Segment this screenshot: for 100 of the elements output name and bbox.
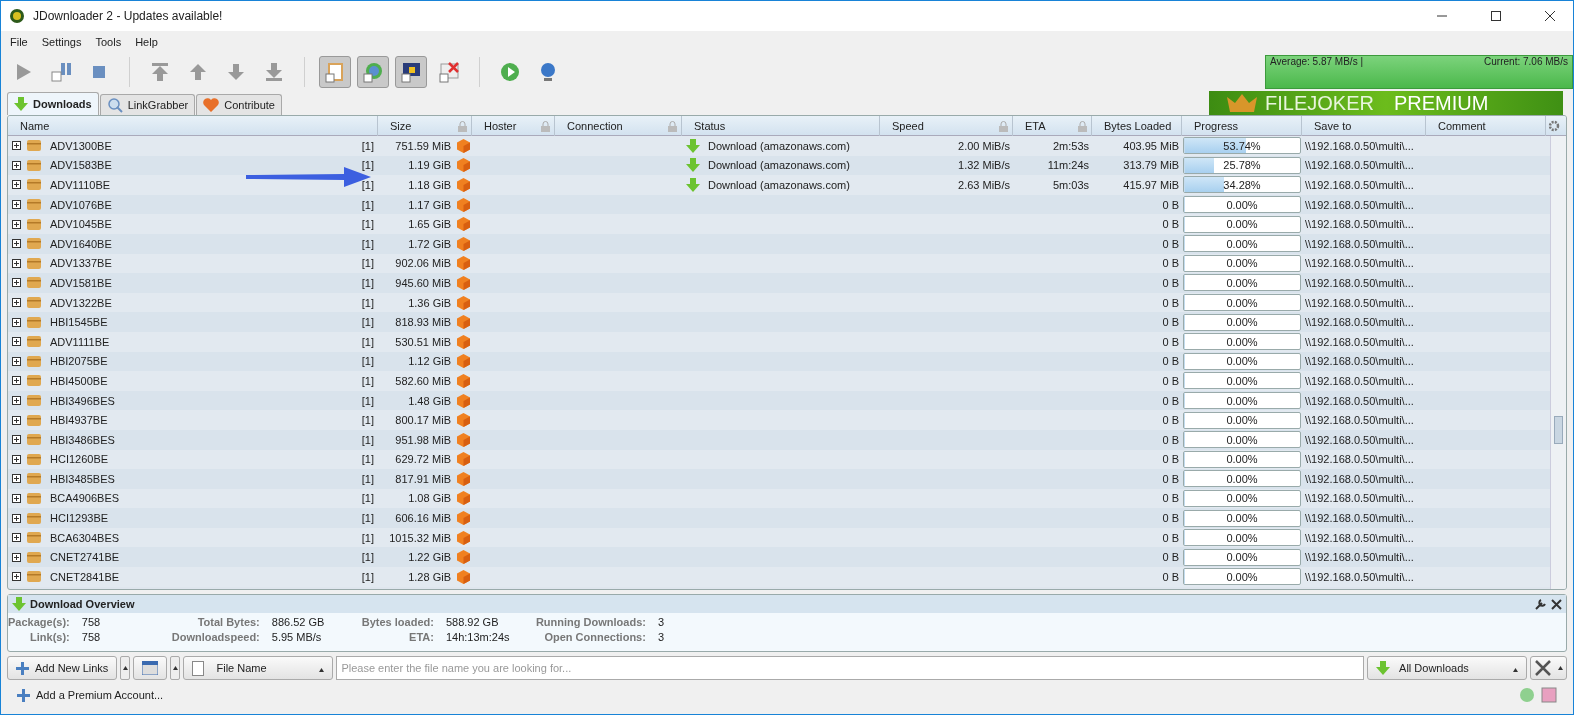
window-title: JDownloader 2 - Updates available! <box>33 9 224 23</box>
name-cell-text: ADV1640BE <box>49 237 113 250</box>
size-cell-text: 1.12 GiB <box>407 355 452 368</box>
table-row[interactable]: HCI1293BE [1] 606.16 MiB 0 B 0.00% \\192.168.0.50\multi\... <box>8 508 1550 528</box>
save-to-cell-text: \\192.168.0.50\multi\... <box>1304 218 1415 231</box>
progress-bar: 0.00% <box>1183 313 1301 331</box>
table-row[interactable]: ADV1076BE [1] 1.17 GiB 0 B 0.00% \\192.168.0.50\multi\... <box>8 194 1550 215</box>
size-cell-text: 629.72 MiB <box>394 453 452 466</box>
scrollbar[interactable] <box>1550 136 1566 589</box>
cube-icon <box>457 158 470 173</box>
package-icon <box>27 336 41 348</box>
close-icon <box>1545 11 1555 21</box>
progress-bar: 0.00% <box>1183 294 1301 312</box>
toolbar-button[interactable] <box>395 56 427 88</box>
wrench-icon[interactable] <box>1535 598 1547 610</box>
cube-icon <box>457 236 470 251</box>
menu-item[interactable]: Help <box>128 36 165 48</box>
speed-cell-text: 1.32 MiB/s <box>957 159 1011 172</box>
expand-icon[interactable] <box>12 376 21 386</box>
save-to-cell-text: \\192.168.0.50\multi\... <box>1304 257 1415 270</box>
size-cell-text: 1.17 GiB <box>407 198 452 211</box>
expand-icon[interactable] <box>12 141 21 151</box>
bytes-loaded-cell-text: 0 B <box>1161 512 1180 525</box>
progress-bar: 0.00% <box>1183 411 1301 429</box>
package-icon <box>27 434 41 446</box>
table-row[interactable]: ADV1581BE [1] 945.60 MiB 0 B 0.00% \\192.168.0.50\multi\... <box>8 273 1550 293</box>
menu-item[interactable]: Tools <box>88 36 129 48</box>
menu-item[interactable]: File <box>3 36 35 48</box>
expand-icon[interactable] <box>12 533 21 543</box>
expand-icon[interactable] <box>12 454 21 464</box>
expand-icon[interactable] <box>12 396 21 405</box>
tab[interactable]: LinkGrabber <box>99 94 196 115</box>
expand-icon[interactable] <box>12 356 21 366</box>
status-cell-text: Download (amazonaws.com) <box>707 139 851 152</box>
name-cell-text: ADV1322BE <box>49 296 113 309</box>
download-arrow-icon <box>686 178 700 192</box>
progress-bar: 0.00% <box>1183 548 1301 566</box>
bytes-loaded-cell-text: 0 B <box>1161 453 1180 466</box>
size-cell-text: 1.72 GiB <box>407 237 452 250</box>
expand-icon[interactable] <box>12 298 21 308</box>
expand-icon[interactable] <box>12 513 21 523</box>
expand-icon[interactable] <box>12 219 21 229</box>
expand-icon[interactable] <box>12 337 21 347</box>
expand-icon[interactable] <box>12 494 21 503</box>
tab[interactable]: Downloads <box>7 92 99 115</box>
name-cell-text: HBI4937BE <box>49 414 109 427</box>
stat-value: 3 <box>657 616 666 628</box>
dropdown-button[interactable] <box>120 656 131 680</box>
progress-bar: 0.00% <box>1183 392 1301 409</box>
view-select[interactable]: All Downloads <box>1367 656 1527 680</box>
progress-bar: 0.00% <box>1183 333 1301 351</box>
link-count: [1] <box>361 237 375 250</box>
size-cell-text: 1.22 GiB <box>407 551 452 564</box>
name-cell-text: HCI1293BE <box>49 512 110 525</box>
schedule-button[interactable] <box>133 656 168 680</box>
package-icon <box>27 551 41 563</box>
expand-icon[interactable] <box>12 415 21 425</box>
table-row[interactable]: CNET2741BE [1] 1.22 GiB 0 B 0.00% \\192.168.0.50\multi\... <box>8 547 1550 568</box>
plus-icon <box>17 688 30 702</box>
save-to-cell-text: \\192.168.0.50\multi\... <box>1304 335 1415 348</box>
lock-icon <box>1078 120 1087 132</box>
expand-icon[interactable] <box>12 160 21 170</box>
cube-icon <box>457 315 470 330</box>
calendar-icon <box>142 661 159 675</box>
table-row[interactable]: ADV1583BE [1] 1.19 GiB Download (amazonaws.com) 1.32 MiB/s 11m:24s 313.79 MiB 25.78% \\192.168.0.50\multi\... <box>8 155 1550 176</box>
expand-icon[interactable] <box>12 317 21 327</box>
save-to-cell-text: \\192.168.0.50\multi\... <box>1304 551 1415 564</box>
tab[interactable]: Contribute <box>196 94 282 115</box>
stat-label: Open Connections: <box>543 631 647 643</box>
table-row[interactable]: HBI3496BES [1] 1.48 GiB 0 B 0.00% \\192.168.0.50\multi\... <box>8 390 1550 411</box>
table-row[interactable]: HBI2075BE [1] 1.12 GiB 0 B 0.00% \\192.168.0.50\multi\... <box>8 351 1550 372</box>
search-field[interactable]: Please enter the file name you are looking for... <box>336 656 1364 680</box>
save-to-cell-text: \\192.168.0.50\multi\... <box>1304 472 1415 485</box>
table-row[interactable]: HBI1545BE [1] 818.93 MiB 0 B 0.00% \\192.168.0.50\multi\... <box>8 312 1550 332</box>
expand-icon[interactable] <box>12 474 21 484</box>
table-row[interactable]: HBI3486BES [1] 951.98 MiB 0 B 0.00% \\192.168.0.50\multi\... <box>8 429 1550 450</box>
expand-icon[interactable] <box>12 200 21 210</box>
add-links-button[interactable]: Add New Links <box>7 656 118 680</box>
name-cell-text: ADV1045BE <box>49 218 113 231</box>
expand-icon[interactable] <box>12 572 21 582</box>
app-logo-icon <box>9 8 25 24</box>
close-icon[interactable] <box>1551 598 1562 610</box>
expand-icon[interactable] <box>12 239 21 249</box>
add-premium-account-link[interactable]: Add a Premium Account... <box>17 688 164 702</box>
expand-icon[interactable] <box>12 552 21 562</box>
menu-item[interactable]: Settings <box>34 36 89 48</box>
pause-icon <box>49 60 73 84</box>
expand-icon[interactable] <box>12 180 21 190</box>
package-icon <box>27 414 41 426</box>
table-row[interactable]: HBI3485BES [1] 817.91 MiB 0 B 0.00% \\192.168.0.50\multi\... <box>8 469 1550 489</box>
tools-button[interactable] <box>1530 656 1567 680</box>
search-column-select[interactable]: File Name <box>183 656 334 680</box>
table-row[interactable]: ADV1640BE [1] 1.72 GiB 0 B 0.00% \\192.168.0.50\multi\... <box>8 233 1550 254</box>
expand-icon[interactable] <box>12 435 21 445</box>
size-cell-text: 1.28 GiB <box>407 570 452 583</box>
expand-icon[interactable] <box>12 258 21 268</box>
package-icon <box>27 277 41 289</box>
dropdown-button[interactable] <box>170 656 181 680</box>
status-cell-text: Download (amazonaws.com) <box>707 159 851 172</box>
expand-icon[interactable] <box>12 278 21 288</box>
